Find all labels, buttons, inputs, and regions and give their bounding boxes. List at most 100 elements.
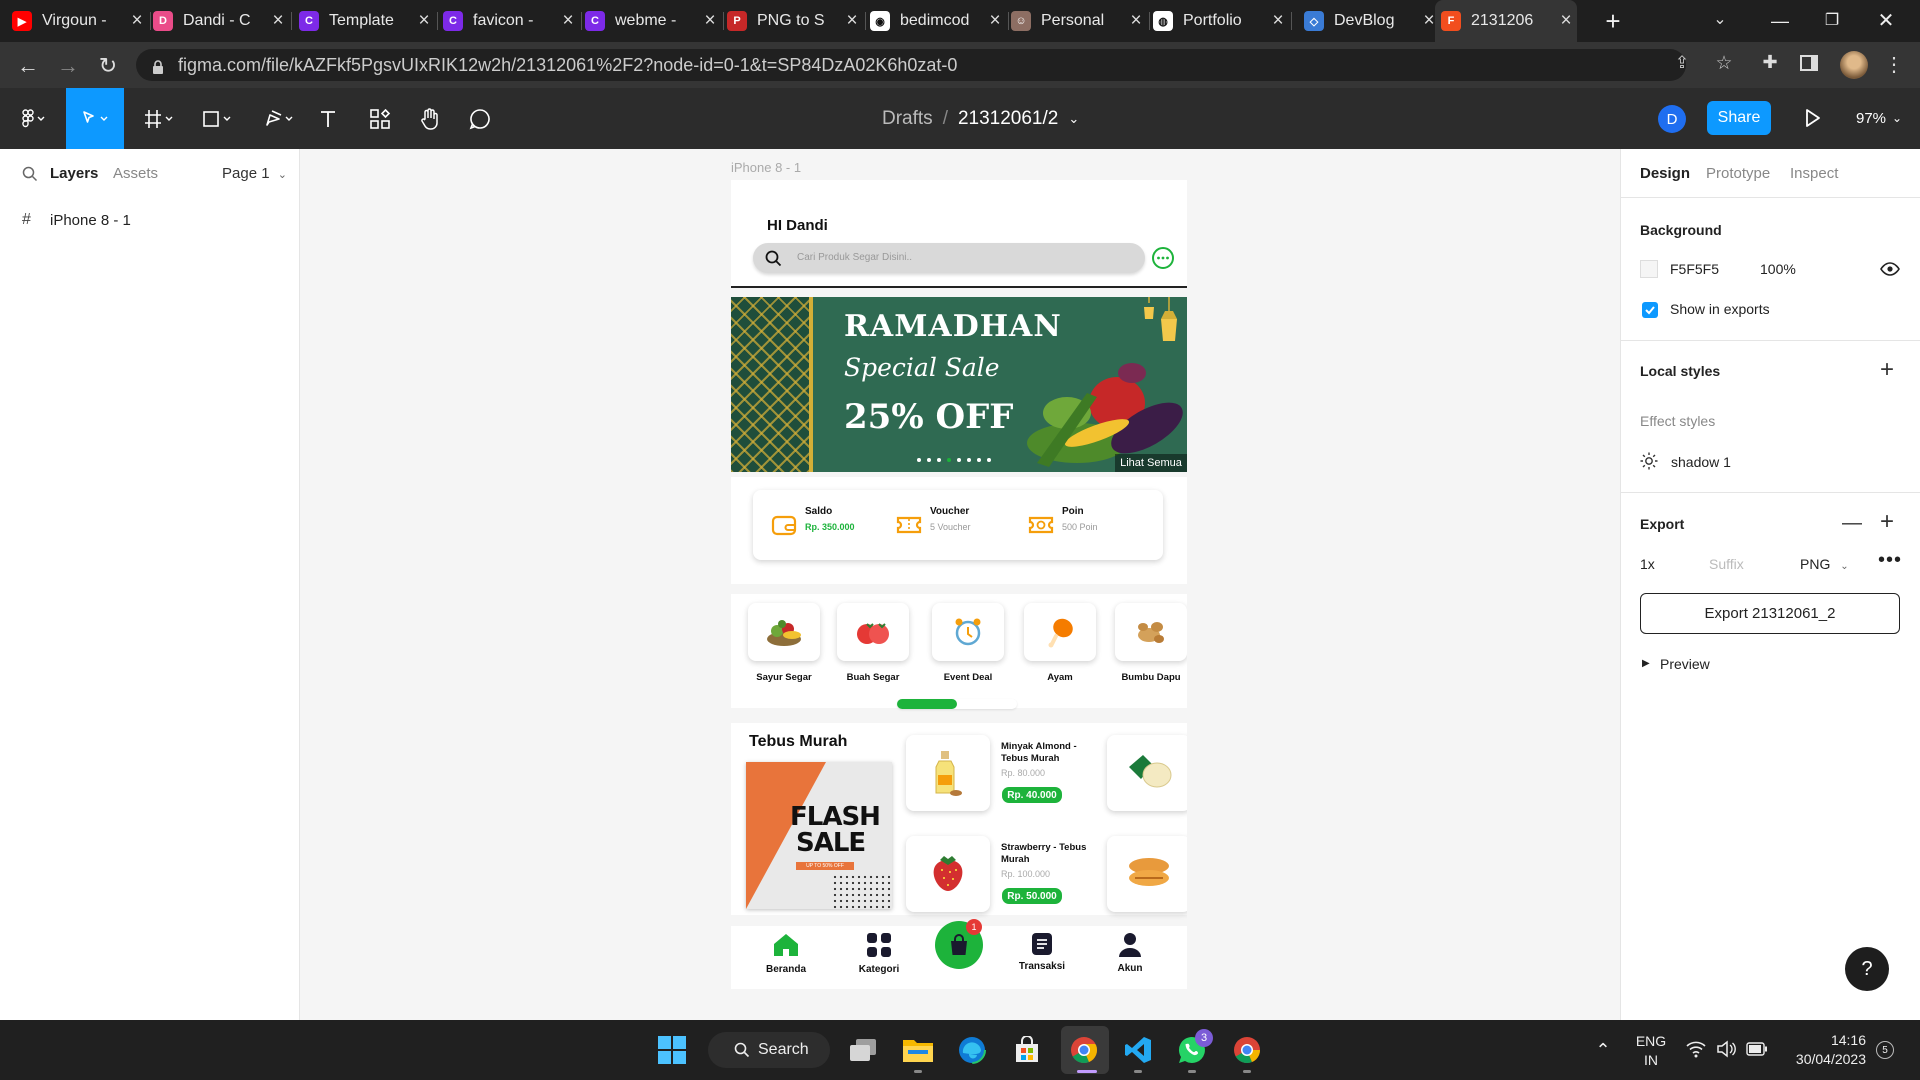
- tab-search-icon[interactable]: ⌄: [1708, 8, 1732, 32]
- product-name[interactable]: Minyak Almond - Tebus Murah: [1001, 741, 1089, 765]
- volume-icon[interactable]: [1716, 1040, 1736, 1058]
- chat-bubble-icon[interactable]: [1151, 246, 1175, 270]
- browser-tab[interactable]: Cfavicon - ×: [437, 0, 579, 42]
- category-card[interactable]: [1024, 603, 1096, 661]
- tab-prototype[interactable]: Prototype: [1706, 165, 1770, 182]
- close-tab-icon[interactable]: ×: [699, 10, 721, 32]
- layer-row[interactable]: # iPhone 8 - 1: [0, 208, 299, 232]
- chrome-profile-icon[interactable]: [1227, 1030, 1267, 1070]
- show-in-exports-checkbox[interactable]: [1642, 302, 1658, 318]
- background-opacity[interactable]: 100%: [1760, 261, 1796, 277]
- chrome-icon[interactable]: [1064, 1030, 1104, 1070]
- comment-tool-button[interactable]: [458, 88, 502, 149]
- help-button[interactable]: ?: [1845, 947, 1889, 991]
- zoom-dropdown[interactable]: 97% ⌄: [1856, 108, 1902, 128]
- remove-export-icon[interactable]: —: [1842, 512, 1862, 535]
- category-card[interactable]: [837, 603, 909, 661]
- export-scale[interactable]: 1x: [1640, 556, 1655, 572]
- language-indicator[interactable]: ENG IN: [1634, 1032, 1668, 1070]
- wifi-icon[interactable]: [1686, 1040, 1706, 1058]
- pen-tool-button[interactable]: [258, 88, 302, 149]
- product-card-partial[interactable]: [1107, 735, 1187, 811]
- close-tab-icon[interactable]: ×: [984, 10, 1006, 32]
- user-avatar[interactable]: D: [1658, 105, 1686, 133]
- frame-label[interactable]: iPhone 8 - 1: [731, 160, 801, 175]
- close-tab-icon[interactable]: ×: [1555, 10, 1577, 32]
- resources-tool-button[interactable]: [358, 88, 402, 149]
- close-tab-icon[interactable]: ×: [1125, 10, 1147, 32]
- see-all-link[interactable]: Lihat Semua: [1115, 454, 1187, 472]
- wallet-item[interactable]: Saldo Rp. 350.000: [771, 505, 891, 545]
- product-card[interactable]: [906, 735, 990, 811]
- present-play-icon[interactable]: [1800, 106, 1824, 130]
- back-button[interactable]: ←: [14, 52, 42, 80]
- url-bar[interactable]: figma.com/file/kAZFkf5PgsvUIxRIK12w2h/21…: [136, 49, 1686, 81]
- category-card[interactable]: [932, 603, 1004, 661]
- chevron-down-icon[interactable]: ⌄: [1068, 111, 1079, 127]
- carousel-dot[interactable]: [937, 458, 941, 462]
- forward-button[interactable]: →: [54, 52, 82, 80]
- carousel-dot[interactable]: [957, 458, 961, 462]
- carousel-dot[interactable]: [987, 458, 991, 462]
- hand-tool-button[interactable]: [408, 88, 452, 149]
- add-style-icon[interactable]: +: [1880, 358, 1894, 382]
- notification-badge[interactable]: 5: [1876, 1041, 1894, 1059]
- close-tab-icon[interactable]: ×: [841, 10, 863, 32]
- browser-tab[interactable]: ◍ Portfolio ×: [1147, 0, 1289, 42]
- close-tab-icon[interactable]: ×: [1267, 10, 1289, 32]
- extensions-icon[interactable]: ✚: [1758, 52, 1782, 76]
- page-selector[interactable]: Page 1 ⌄: [222, 165, 287, 182]
- search-input[interactable]: Cari Produk Segar Disini..: [753, 243, 1145, 273]
- browser-tab[interactable]: C Template ×: [293, 0, 435, 42]
- export-format-select[interactable]: PNG ⌄: [1800, 556, 1849, 572]
- move-tool-button[interactable]: [66, 88, 124, 149]
- browser-tab[interactable]: ▶ Virgoun - ×: [6, 0, 148, 42]
- tab-layers[interactable]: Layers: [50, 165, 98, 182]
- product-card[interactable]: [906, 836, 990, 912]
- clock[interactable]: 14:16 30/04/2023: [1790, 1031, 1866, 1069]
- add-export-icon[interactable]: +: [1880, 510, 1894, 534]
- carousel-dot[interactable]: [917, 458, 921, 462]
- preview-label[interactable]: Preview: [1660, 656, 1710, 672]
- profile-avatar[interactable]: [1840, 51, 1868, 79]
- browser-tab[interactable]: Cwebme - ×: [579, 0, 721, 42]
- reload-button[interactable]: ↻: [94, 52, 122, 80]
- browser-menu-icon[interactable]: ⋮: [1884, 50, 1904, 80]
- background-swatch[interactable]: [1640, 260, 1658, 278]
- effect-style-item[interactable]: shadow 1: [1671, 454, 1731, 470]
- file-name[interactable]: 21312061/2: [958, 108, 1058, 130]
- product-price-badge[interactable]: Rp. 50.000: [1002, 888, 1062, 904]
- browser-tab[interactable]: ◇ DevBlog ×: [1298, 0, 1440, 42]
- battery-icon[interactable]: [1746, 1042, 1768, 1056]
- category-card[interactable]: [1115, 603, 1187, 661]
- export-suffix-input[interactable]: Suffix: [1709, 556, 1744, 572]
- close-tab-icon[interactable]: ×: [557, 10, 579, 32]
- share-page-icon[interactable]: ⇪: [1670, 53, 1694, 77]
- file-explorer-icon[interactable]: [898, 1030, 938, 1070]
- taskbar-search[interactable]: Search: [708, 1032, 830, 1068]
- product-price-badge[interactable]: Rp. 40.000: [1002, 787, 1062, 803]
- nav-item-transaksi[interactable]: Transaksi: [1012, 932, 1072, 982]
- close-window-button[interactable]: ✕: [1866, 6, 1906, 36]
- minimize-button[interactable]: —: [1760, 6, 1800, 36]
- wallet-item[interactable]: Voucher 5 Voucher: [896, 505, 1016, 545]
- ramadhan-banner[interactable]: RAMADHAN Special Sale 25% OFF Lihat Semu…: [731, 297, 1187, 472]
- browser-tab[interactable]: F 2131206 ×: [1435, 0, 1577, 42]
- search-icon[interactable]: [22, 166, 38, 182]
- category-card[interactable]: [748, 603, 820, 661]
- side-panel-icon[interactable]: [1800, 55, 1818, 71]
- text-tool-button[interactable]: [306, 88, 350, 149]
- product-card-partial[interactable]: [1107, 836, 1187, 912]
- close-tab-icon[interactable]: ×: [267, 10, 289, 32]
- shape-tool-button[interactable]: [196, 88, 240, 149]
- browser-tab[interactable]: D Dandi - C ×: [147, 0, 289, 42]
- tab-assets[interactable]: Assets: [113, 165, 158, 182]
- share-button[interactable]: Share: [1707, 101, 1771, 135]
- nav-item-kategori[interactable]: Kategori: [851, 932, 907, 982]
- new-tab-button[interactable]: +: [1598, 6, 1628, 36]
- windows-start-icon[interactable]: [652, 1030, 692, 1070]
- bookmark-star-icon[interactable]: ☆: [1712, 52, 1736, 76]
- flash-sale-banner[interactable]: FLASH SALE UP TO 50% OFF: [746, 762, 892, 909]
- carousel-dot[interactable]: [977, 458, 981, 462]
- browser-tab[interactable]: ☺ Personal ×: [1005, 0, 1147, 42]
